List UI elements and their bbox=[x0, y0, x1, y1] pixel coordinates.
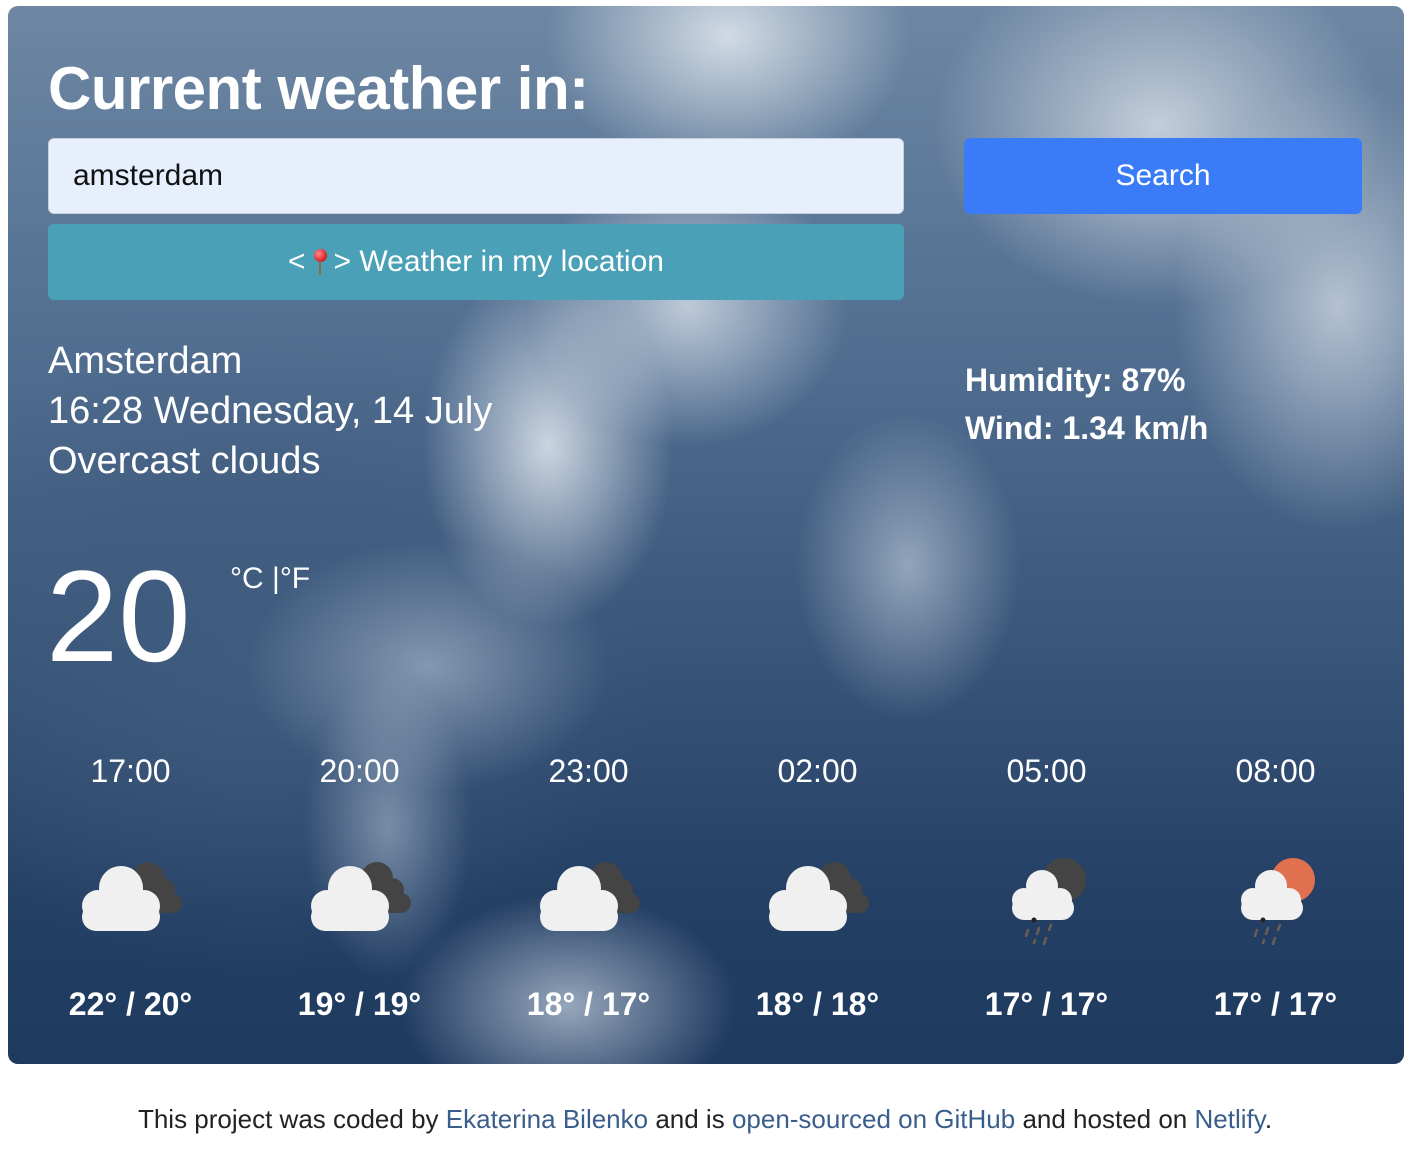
footer-text: . bbox=[1264, 1104, 1273, 1134]
forecast-time: 20:00 bbox=[319, 753, 400, 789]
forecast-temps: 17° / 17° bbox=[984, 986, 1109, 1022]
footer-text: This project was coded by bbox=[137, 1104, 446, 1134]
day-rain-icon bbox=[1240, 858, 1315, 946]
forecast-temps: 18° / 18° bbox=[755, 986, 880, 1022]
forecast-list: 17:00 22° / 20° 20:00 19° / 19° 23:00 18… bbox=[16, 746, 1396, 1023]
broken-clouds-icon bbox=[81, 862, 182, 931]
location-button-label: > Weather in my location bbox=[333, 245, 664, 278]
weather-card: Current weather in: Search < > Weather i… bbox=[8, 6, 1404, 1064]
search-button[interactable]: Search bbox=[964, 138, 1362, 214]
forecast-time: 05:00 bbox=[1006, 753, 1087, 789]
github-link[interactable]: open-sourced on GitHub bbox=[732, 1104, 1015, 1134]
location-prefix: < bbox=[288, 245, 306, 278]
unit-toggle: °C |°F bbox=[230, 562, 310, 596]
weather-description: Overcast clouds bbox=[48, 440, 321, 482]
current-location-button[interactable]: < > Weather in my location bbox=[48, 224, 904, 300]
forecast-item: 20:00 19° / 19° bbox=[245, 746, 474, 1023]
city-name: Amsterdam bbox=[48, 340, 243, 382]
broken-clouds-icon bbox=[768, 862, 869, 931]
night-rain-icon bbox=[1011, 858, 1086, 946]
wind: Wind: 1.34 km/h bbox=[965, 410, 1209, 446]
forecast-temps: 18° / 17° bbox=[526, 986, 651, 1022]
broken-clouds-icon bbox=[539, 862, 640, 931]
author-link[interactable]: Ekaterina Bilenko bbox=[446, 1104, 648, 1134]
forecast-item: 23:00 18° / 17° bbox=[474, 746, 703, 1023]
forecast-time: 23:00 bbox=[548, 753, 629, 789]
unit-separator: | bbox=[263, 562, 280, 595]
fahrenheit-link[interactable]: °F bbox=[280, 562, 310, 595]
round-pushpin-icon bbox=[312, 247, 328, 277]
footer-text: and hosted on bbox=[1015, 1104, 1195, 1134]
footer: This project was coded by Ekaterina Bile… bbox=[0, 1104, 1410, 1135]
current-details: Humidity: 87% Wind: 1.34 km/h bbox=[965, 356, 1208, 452]
page-title: Current weather in: bbox=[48, 55, 589, 122]
forecast-item: 02:00 18° / 18° bbox=[703, 746, 932, 1023]
forecast-temps: 22° / 20° bbox=[68, 986, 193, 1022]
broken-clouds-icon bbox=[310, 862, 411, 931]
celsius-link[interactable]: °C bbox=[230, 562, 264, 595]
footer-text: and is bbox=[648, 1104, 732, 1134]
forecast-item: 05:00 17° / 17° bbox=[932, 746, 1161, 1023]
current-info: Amsterdam 16:28 Wednesday, 14 July Overc… bbox=[48, 336, 492, 486]
humidity: Humidity: 87% bbox=[965, 362, 1186, 398]
forecast-temps: 17° / 17° bbox=[1213, 986, 1338, 1022]
forecast-time: 08:00 bbox=[1235, 753, 1316, 789]
forecast-temps: 19° / 19° bbox=[297, 986, 422, 1022]
forecast-time: 02:00 bbox=[777, 753, 858, 789]
current-temperature: 20 bbox=[46, 543, 191, 689]
current-datetime: 16:28 Wednesday, 14 July bbox=[48, 390, 493, 432]
forecast-item: 08:00 17° / 17° bbox=[1161, 746, 1390, 1023]
forecast-time: 17:00 bbox=[90, 753, 171, 789]
forecast-item: 17:00 22° / 20° bbox=[16, 746, 245, 1023]
city-search-input[interactable] bbox=[48, 138, 904, 214]
netlify-link[interactable]: Netlify bbox=[1195, 1104, 1265, 1134]
